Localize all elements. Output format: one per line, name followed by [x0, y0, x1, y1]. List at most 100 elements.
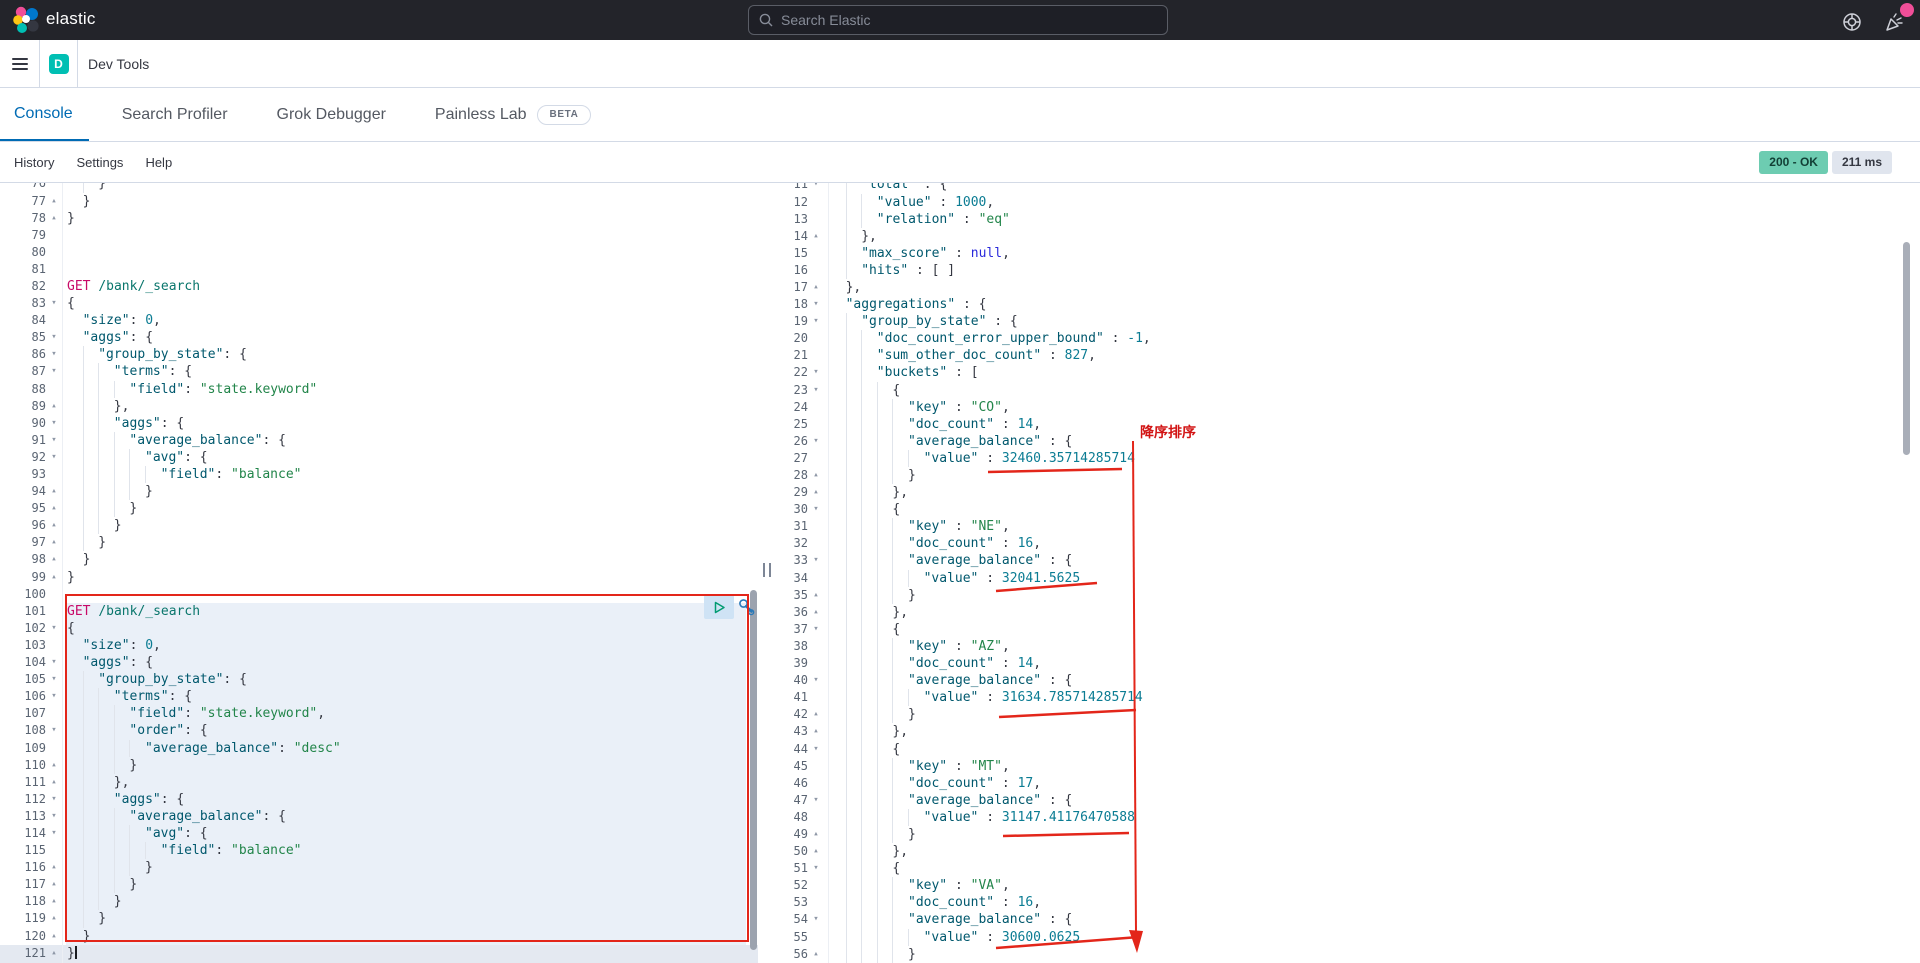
request-editor[interactable]: 76}77▴}78▴}79808182GET /bank/_search83▾{… [0, 183, 758, 963]
code-line[interactable]: 45"key" : "MT", [776, 758, 1920, 775]
fold-open-icon[interactable]: ▾ [46, 415, 62, 432]
code-line[interactable]: 104▾"aggs": { [0, 654, 758, 671]
fold-open-icon[interactable]: ▾ [46, 620, 62, 637]
fold-close-icon[interactable]: ▴ [46, 757, 62, 774]
settings-link[interactable]: Settings [76, 155, 123, 170]
code-line[interactable]: 46"doc_count" : 17, [776, 775, 1920, 792]
code-line[interactable]: 41"value" : 31634.785714285714 [776, 689, 1920, 706]
code-line[interactable]: 52"key" : "VA", [776, 877, 1920, 894]
code-line[interactable]: 109"average_balance": "desc" [0, 740, 758, 757]
fold-close-icon[interactable]: ▴ [808, 228, 824, 245]
code-line[interactable]: 115"field": "balance" [0, 842, 758, 859]
code-line[interactable]: 77▴} [0, 193, 758, 210]
fold-open-icon[interactable]: ▾ [808, 382, 824, 399]
code-line[interactable]: 117▴} [0, 876, 758, 893]
code-line[interactable]: 96▴} [0, 517, 758, 534]
global-search[interactable] [748, 5, 1168, 35]
code-line[interactable]: 32"doc_count" : 16, [776, 535, 1920, 552]
code-line[interactable]: 43▴}, [776, 723, 1920, 740]
fold-close-icon[interactable]: ▴ [46, 534, 62, 551]
code-line[interactable]: 78▴} [0, 210, 758, 227]
fold-close-icon[interactable]: ▴ [808, 484, 824, 501]
code-line[interactable]: 87▾"terms": { [0, 363, 758, 380]
code-line[interactable]: 14▴}, [776, 228, 1920, 245]
code-line[interactable]: 12"value" : 1000, [776, 194, 1920, 211]
fold-open-icon[interactable]: ▾ [46, 688, 62, 705]
code-line[interactable]: 26▾"average_balance" : { [776, 433, 1920, 450]
fold-close-icon[interactable]: ▴ [46, 551, 62, 568]
fold-open-icon[interactable]: ▾ [46, 363, 62, 380]
fold-close-icon[interactable]: ▴ [46, 398, 62, 415]
code-line[interactable]: 111▴}, [0, 774, 758, 791]
code-line[interactable]: 105▾"group_by_state": { [0, 671, 758, 688]
fold-open-icon[interactable]: ▾ [808, 860, 824, 877]
fold-close-icon[interactable]: ▴ [46, 910, 62, 927]
code-line[interactable]: 35▴} [776, 587, 1920, 604]
fold-close-icon[interactable]: ▴ [808, 723, 824, 740]
code-line[interactable]: 53"doc_count" : 16, [776, 894, 1920, 911]
code-line[interactable]: 116▴} [0, 859, 758, 876]
tab-console[interactable]: Console [0, 88, 89, 141]
code-line[interactable]: 37▾{ [776, 621, 1920, 638]
fold-open-icon[interactable]: ▾ [46, 671, 62, 688]
help-link[interactable]: Help [145, 155, 172, 170]
fold-open-icon[interactable]: ▾ [46, 449, 62, 466]
tab-painless-lab[interactable]: Painless Lab BETA [419, 88, 608, 141]
code-line[interactable]: 50▴}, [776, 843, 1920, 860]
fold-close-icon[interactable]: ▴ [808, 587, 824, 604]
code-line[interactable]: 39"doc_count" : 14, [776, 655, 1920, 672]
code-line[interactable]: 81 [0, 261, 758, 278]
fold-close-icon[interactable]: ▴ [808, 826, 824, 843]
code-line[interactable]: 30▾{ [776, 501, 1920, 518]
code-line[interactable]: 97▴} [0, 534, 758, 551]
code-line[interactable]: 20"doc_count_error_upper_bound" : -1, [776, 330, 1920, 347]
code-line[interactable]: 84"size": 0, [0, 312, 758, 329]
fold-open-icon[interactable]: ▾ [808, 552, 824, 569]
tab-grok-debugger[interactable]: Grok Debugger [261, 88, 402, 141]
code-line[interactable]: 17▴}, [776, 279, 1920, 296]
fold-close-icon[interactable]: ▴ [46, 893, 62, 910]
fold-close-icon[interactable]: ▴ [46, 210, 62, 227]
fold-open-icon[interactable]: ▾ [46, 346, 62, 363]
code-line[interactable]: 95▴} [0, 500, 758, 517]
code-line[interactable]: 99▴} [0, 569, 758, 586]
code-line[interactable]: 121▴} [0, 945, 758, 962]
response-viewer-scrollbar[interactable] [1903, 242, 1910, 455]
code-line[interactable]: 98▴} [0, 551, 758, 568]
pane-resizer[interactable] [758, 183, 776, 963]
fold-open-icon[interactable]: ▾ [46, 295, 62, 312]
fold-close-icon[interactable]: ▴ [46, 193, 62, 210]
fold-close-icon[interactable]: ▴ [808, 706, 824, 723]
fold-close-icon[interactable]: ▴ [46, 517, 62, 534]
code-line[interactable]: 22▾"buckets" : [ [776, 364, 1920, 381]
code-line[interactable]: 11▾"total" : { [776, 183, 1920, 194]
code-line[interactable]: 13"relation" : "eq" [776, 211, 1920, 228]
code-line[interactable]: 93"field": "balance" [0, 466, 758, 483]
response-viewer[interactable]: 11▾"total" : {12"value" : 1000,13"relati… [776, 183, 1920, 963]
code-line[interactable]: 28▴} [776, 467, 1920, 484]
code-line[interactable]: 51▾{ [776, 860, 1920, 877]
fold-open-icon[interactable]: ▾ [46, 329, 62, 346]
code-line[interactable]: 29▴}, [776, 484, 1920, 501]
code-line[interactable]: 85▾"aggs": { [0, 329, 758, 346]
code-line[interactable]: 76} [0, 183, 758, 193]
fold-close-icon[interactable]: ▴ [808, 946, 824, 963]
fold-close-icon[interactable]: ▴ [46, 483, 62, 500]
code-line[interactable]: 100 [0, 586, 758, 603]
fold-close-icon[interactable]: ▴ [808, 467, 824, 484]
code-line[interactable]: 38"key" : "AZ", [776, 638, 1920, 655]
code-line[interactable]: 113▾"average_balance": { [0, 808, 758, 825]
fold-close-icon[interactable]: ▴ [46, 859, 62, 876]
fold-open-icon[interactable]: ▾ [808, 296, 824, 313]
fold-open-icon[interactable]: ▾ [808, 183, 824, 194]
fold-open-icon[interactable]: ▾ [808, 621, 824, 638]
code-line[interactable]: 118▴} [0, 893, 758, 910]
code-line[interactable]: 114▾"avg": { [0, 825, 758, 842]
code-line[interactable]: 79 [0, 227, 758, 244]
code-line[interactable]: 110▴} [0, 757, 758, 774]
code-line[interactable]: 34"value" : 32041.5625 [776, 570, 1920, 587]
code-line[interactable]: 44▾{ [776, 741, 1920, 758]
fold-open-icon[interactable]: ▾ [46, 722, 62, 739]
fold-open-icon[interactable]: ▾ [808, 672, 824, 689]
fold-close-icon[interactable]: ▴ [46, 928, 62, 945]
